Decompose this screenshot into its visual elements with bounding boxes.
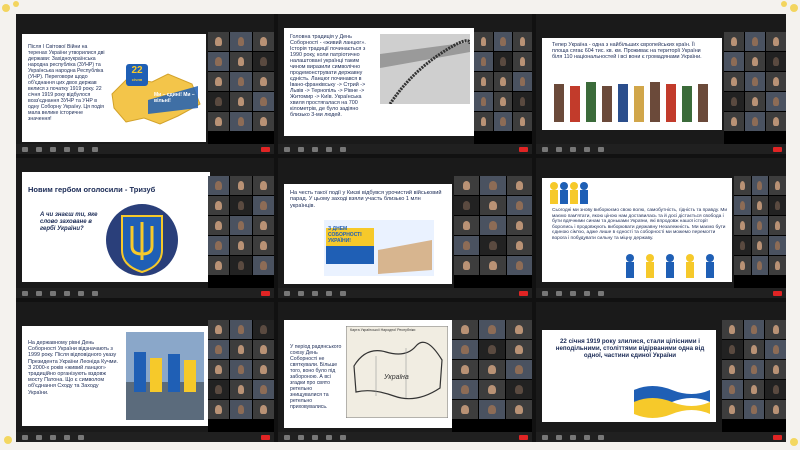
- decorative-frame: [2, 1, 798, 446]
